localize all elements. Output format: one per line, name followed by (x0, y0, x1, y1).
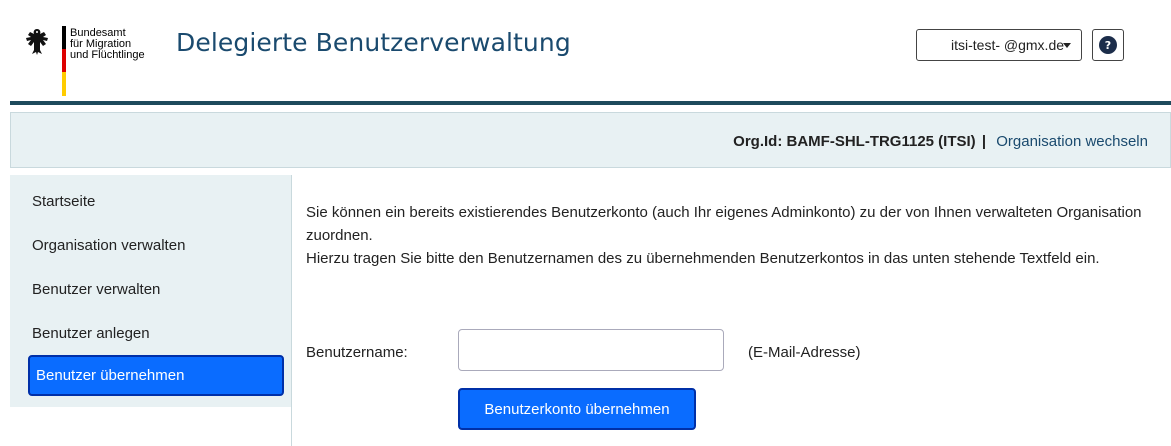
switch-organization-link[interactable]: Organisation wechseln (996, 133, 1148, 150)
flag-bar (62, 26, 66, 96)
app-title: Delegierte Benutzerverwaltung (176, 28, 571, 57)
take-over-account-button[interactable]: Benutzerkonto übernehmen (458, 388, 696, 430)
help-icon: ? (1099, 36, 1117, 54)
caret-down-icon (1063, 43, 1071, 48)
sidebar-item-startseite[interactable]: Startseite (32, 193, 95, 210)
user-account-dropdown[interactable]: itsi-test- @gmx.de (916, 29, 1082, 61)
logo-text: Bundesamt für Migration und Flüchtlinge (70, 28, 145, 61)
org-id: Org.Id: BAMF-SHL-TRG1125 (ITSI) (733, 133, 976, 150)
organization-info: Org.Id: BAMF-SHL-TRG1125 (ITSI) | Organi… (733, 133, 1148, 150)
instructions: Sie können ein bereits existierendes Ben… (306, 201, 1166, 270)
sidebar: Startseite Organisation verwalten Benutz… (10, 175, 291, 407)
help-button[interactable]: ? (1092, 29, 1124, 61)
sidebar-item-organisation-verwalten[interactable]: Organisation verwalten (32, 237, 185, 254)
sidebar-item-benutzer-verwalten[interactable]: Benutzer verwalten (32, 281, 160, 298)
org-separator: | (981, 133, 987, 150)
bamf-logo[interactable]: Bundesamt für Migration und Flüchtlinge (22, 26, 145, 96)
organization-bar: Org.Id: BAMF-SHL-TRG1125 (ITSI) | Organi… (10, 112, 1171, 168)
header-divider (10, 101, 1171, 105)
sidebar-item-benutzer-uebernehmen[interactable]: Benutzer übernehmen (28, 355, 284, 396)
username-hint: (E-Mail-Adresse) (748, 344, 861, 361)
instruction-paragraph-2: Hierzu tragen Sie bitte den Benutzername… (306, 250, 1100, 267)
federal-eagle-icon (26, 29, 48, 55)
sidebar-item-benutzer-anlegen[interactable]: Benutzer anlegen (32, 325, 150, 342)
header: Bundesamt für Migration und Flüchtlinge … (0, 0, 1171, 100)
sidebar-divider (291, 175, 292, 446)
username-label: Benutzername: (306, 344, 408, 361)
logo-line-3: und Flüchtlinge (70, 49, 145, 61)
user-account-label: itsi-test- @gmx.de (951, 37, 1065, 53)
instruction-paragraph-1: Sie können ein bereits existierendes Ben… (306, 204, 1142, 244)
username-input[interactable] (458, 329, 724, 371)
